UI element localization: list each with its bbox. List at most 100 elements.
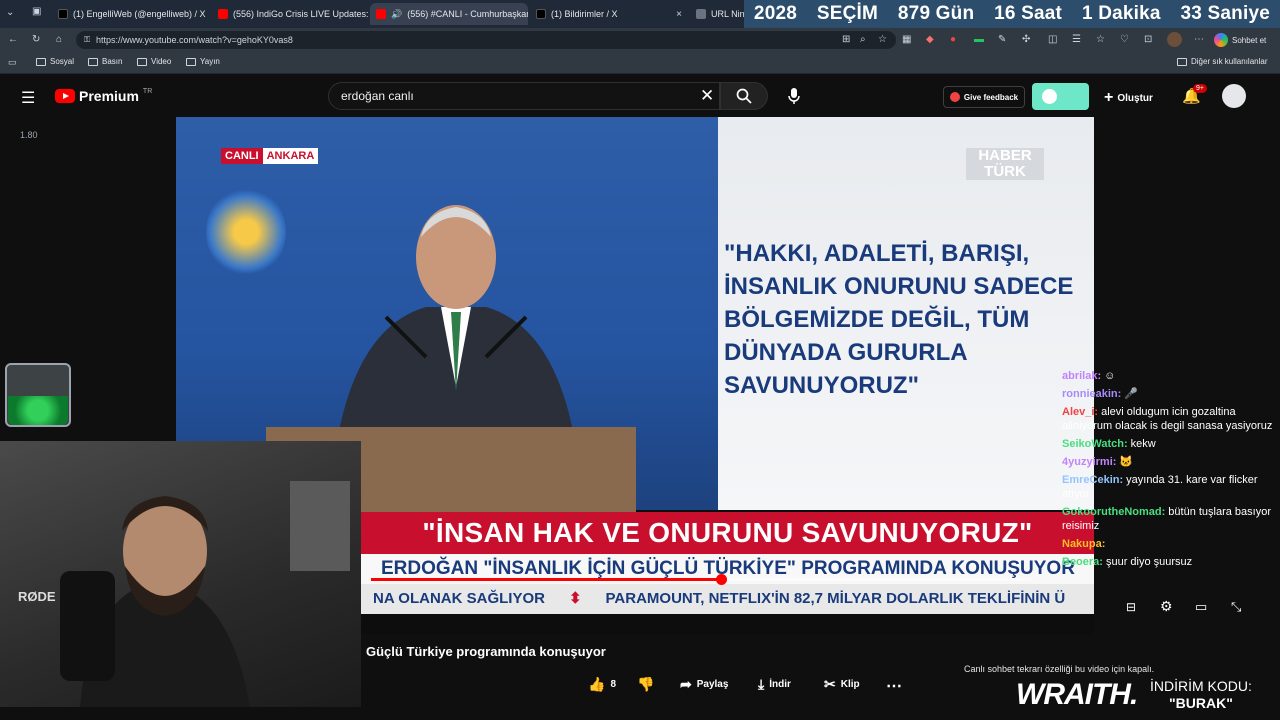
banner-year: 2028 bbox=[753, 3, 797, 24]
progress-scrubber[interactable] bbox=[715, 574, 727, 585]
more-menu-icon[interactable]: ⋯ bbox=[1194, 34, 1204, 45]
bookmark-label: Basın bbox=[102, 57, 123, 66]
download-button[interactable]: ⤓ İndir bbox=[758, 676, 791, 693]
channel-logo: HABER TÜRK bbox=[966, 148, 1044, 180]
close-tab-icon[interactable]: × bbox=[676, 9, 682, 20]
progress-bar-fill bbox=[371, 578, 721, 581]
tab-canli-cumhurbaskani[interactable]: 🔊 (556) #CANLI - Cumhurbaşkan × bbox=[370, 3, 528, 25]
scissors-icon: ✂ bbox=[824, 676, 836, 692]
favorites-icon[interactable]: ☰ bbox=[1072, 34, 1081, 45]
tab-actions-menu-icon[interactable]: ⌄ bbox=[6, 7, 14, 18]
toggle-knob bbox=[1042, 89, 1057, 104]
youtube-premium-logo[interactable]: Premium TR bbox=[55, 88, 152, 104]
search-input[interactable]: erdoğan canlı bbox=[328, 82, 720, 110]
zoom-icon[interactable]: ⌕ bbox=[860, 34, 866, 45]
lock-icon[interactable]: ⚿ bbox=[84, 35, 90, 45]
create-button[interactable]: + Oluştur bbox=[1104, 89, 1153, 107]
share-icon: ➦ bbox=[680, 676, 692, 692]
svg-text:RØDE: RØDE bbox=[18, 589, 56, 604]
clip-button[interactable]: ✂ Klip bbox=[824, 676, 860, 693]
tip-jar-fill bbox=[8, 396, 68, 425]
back-icon[interactable]: ← bbox=[8, 34, 18, 45]
give-feedback-button[interactable]: Give feedback bbox=[943, 86, 1025, 108]
screenshot-icon[interactable]: ⊡ bbox=[1144, 34, 1152, 45]
collections-icon[interactable]: ☆ bbox=[1096, 34, 1105, 45]
more-actions-icon[interactable]: ⋯ bbox=[886, 676, 902, 696]
bookmark-folder-other[interactable]: Diğer sık kullanılanlar bbox=[1177, 57, 1267, 66]
feedback-label: Give feedback bbox=[963, 92, 1019, 102]
like-count: 8 bbox=[610, 679, 616, 690]
extension-icon[interactable]: ● bbox=[950, 34, 956, 45]
folder-icon bbox=[1177, 57, 1187, 66]
election-countdown-banner: 2028 SEÇİM 879 Gün 16 Saat 1 Dakika 33 S… bbox=[744, 0, 1280, 28]
dislike-button[interactable]: 👎 bbox=[637, 676, 654, 693]
clear-search-icon[interactable]: ✕ bbox=[700, 86, 714, 106]
extension-icon[interactable]: ◆ bbox=[926, 34, 934, 45]
bookmark-folder-sosyal[interactable]: Sosyal bbox=[36, 57, 74, 66]
tab-bildirimler[interactable]: (1) Bildirimler / X × bbox=[530, 3, 688, 25]
chat-username: GokooruthеNomad: bbox=[1062, 506, 1166, 518]
extension-icon[interactable]: ▬ bbox=[974, 34, 984, 45]
bookmark-label: Diğer sık kullanılanlar bbox=[1191, 57, 1268, 66]
thumbs-down-icon: 👎 bbox=[637, 676, 655, 692]
hamburger-menu-icon[interactable]: ☰ bbox=[21, 88, 35, 108]
fullscreen-icon[interactable]: ⤡ bbox=[1231, 599, 1241, 615]
subtitles-icon[interactable]: ⊟ bbox=[1126, 600, 1136, 614]
like-button[interactable]: 👍 8 bbox=[588, 676, 616, 693]
read-aloud-icon[interactable]: ⊞ bbox=[842, 34, 850, 45]
tab-label: (1) EngelliWeb (@engelliweb) / X bbox=[73, 9, 206, 19]
chat-username: abrilak: bbox=[1062, 370, 1102, 382]
split-screen-icon[interactable]: ◫ bbox=[1048, 34, 1057, 45]
favorite-star-icon[interactable]: ☆ bbox=[878, 34, 887, 45]
x-logo-icon bbox=[58, 9, 68, 19]
bookmark-folder-basin[interactable]: Basın bbox=[88, 57, 122, 66]
banner-election: SEÇİM bbox=[816, 3, 879, 24]
clip-label: Klip bbox=[840, 679, 860, 690]
home-icon[interactable]: ⌂ bbox=[56, 34, 62, 45]
youtube-play-icon bbox=[55, 89, 75, 103]
youtube-logo-icon bbox=[376, 9, 386, 19]
chat-username: SeikoWatch: bbox=[1062, 438, 1128, 450]
bookmark-folder-video[interactable]: Video bbox=[137, 57, 171, 66]
browser-essentials-icon[interactable]: ♡ bbox=[1120, 34, 1129, 45]
playback-speed-readout: 1.80 bbox=[20, 130, 38, 140]
extensions-puzzle-icon[interactable]: ✣ bbox=[1022, 34, 1030, 45]
copilot-chat-button[interactable]: Sohbet et bbox=[1214, 31, 1266, 49]
ticker-item: PARAMOUNT, NETFLIX'İN 82,7 MİLYAR DOLARL… bbox=[605, 590, 1066, 607]
quote-text: "HAKKI, ADALETİ, BARIŞI, İNSANLIK ONURUN… bbox=[724, 240, 1074, 399]
chat-message: Beoera: şuur diyo şuursuz bbox=[1062, 555, 1280, 569]
settings-gear-icon[interactable]: ⚙ bbox=[1160, 598, 1173, 615]
folder-icon bbox=[186, 57, 196, 66]
chat-message: 4yuzyirmi: 🐱 bbox=[1062, 455, 1280, 469]
profile-avatar[interactable] bbox=[1167, 32, 1182, 47]
address-bar[interactable]: https://www.youtube.com/watch?v=gehoKY0v… bbox=[76, 31, 896, 49]
globe-icon bbox=[696, 9, 706, 19]
tab-indigo[interactable]: (556) IndiGo Crisis LIVE Updates: C × bbox=[212, 3, 368, 25]
search-value: erdoğan canlı bbox=[341, 89, 414, 103]
import-favorites-icon[interactable]: ▭ bbox=[8, 57, 17, 68]
speaker-icon[interactable]: 🔊 bbox=[391, 9, 402, 20]
microphone-icon[interactable] bbox=[787, 87, 801, 105]
discount-value: "BURAK" bbox=[1169, 695, 1233, 711]
share-button[interactable]: ➦ Paylaş bbox=[680, 676, 728, 693]
extension-icon[interactable]: ▦ bbox=[902, 34, 911, 45]
chat-message: GokooruthеNomad: bütün tuşlara basıyor re… bbox=[1062, 505, 1280, 533]
chat-username: Nakupa: bbox=[1062, 538, 1106, 550]
create-label: Oluştur bbox=[1117, 92, 1153, 104]
discount-label: İNDİRİM KODU: bbox=[1150, 678, 1252, 694]
feedback-icon bbox=[949, 92, 960, 102]
tab-url-ninja[interactable]: URL Ninj bbox=[690, 3, 744, 25]
bookmark-folder-yayin[interactable]: Yayın bbox=[186, 57, 220, 66]
account-avatar[interactable] bbox=[1222, 84, 1246, 108]
url-text: https://www.youtube.com/watch?v=gehoKY0v… bbox=[96, 35, 293, 45]
folder-icon bbox=[36, 57, 46, 66]
reload-icon[interactable]: ↻ bbox=[32, 34, 40, 45]
search-button[interactable] bbox=[720, 82, 768, 110]
tab-engelliweb[interactable]: (1) EngelliWeb (@engelliweb) / X × bbox=[52, 3, 210, 25]
extension-toggle-button[interactable] bbox=[1032, 83, 1089, 110]
extension-icon[interactable]: ✎ bbox=[998, 34, 1006, 45]
chat-message: SeikoWatch: kekw bbox=[1062, 437, 1280, 451]
workspaces-icon[interactable]: ▣ bbox=[32, 6, 41, 17]
theater-mode-icon[interactable]: ▭ bbox=[1195, 599, 1207, 615]
bookmark-label: Sosyal bbox=[50, 57, 75, 66]
